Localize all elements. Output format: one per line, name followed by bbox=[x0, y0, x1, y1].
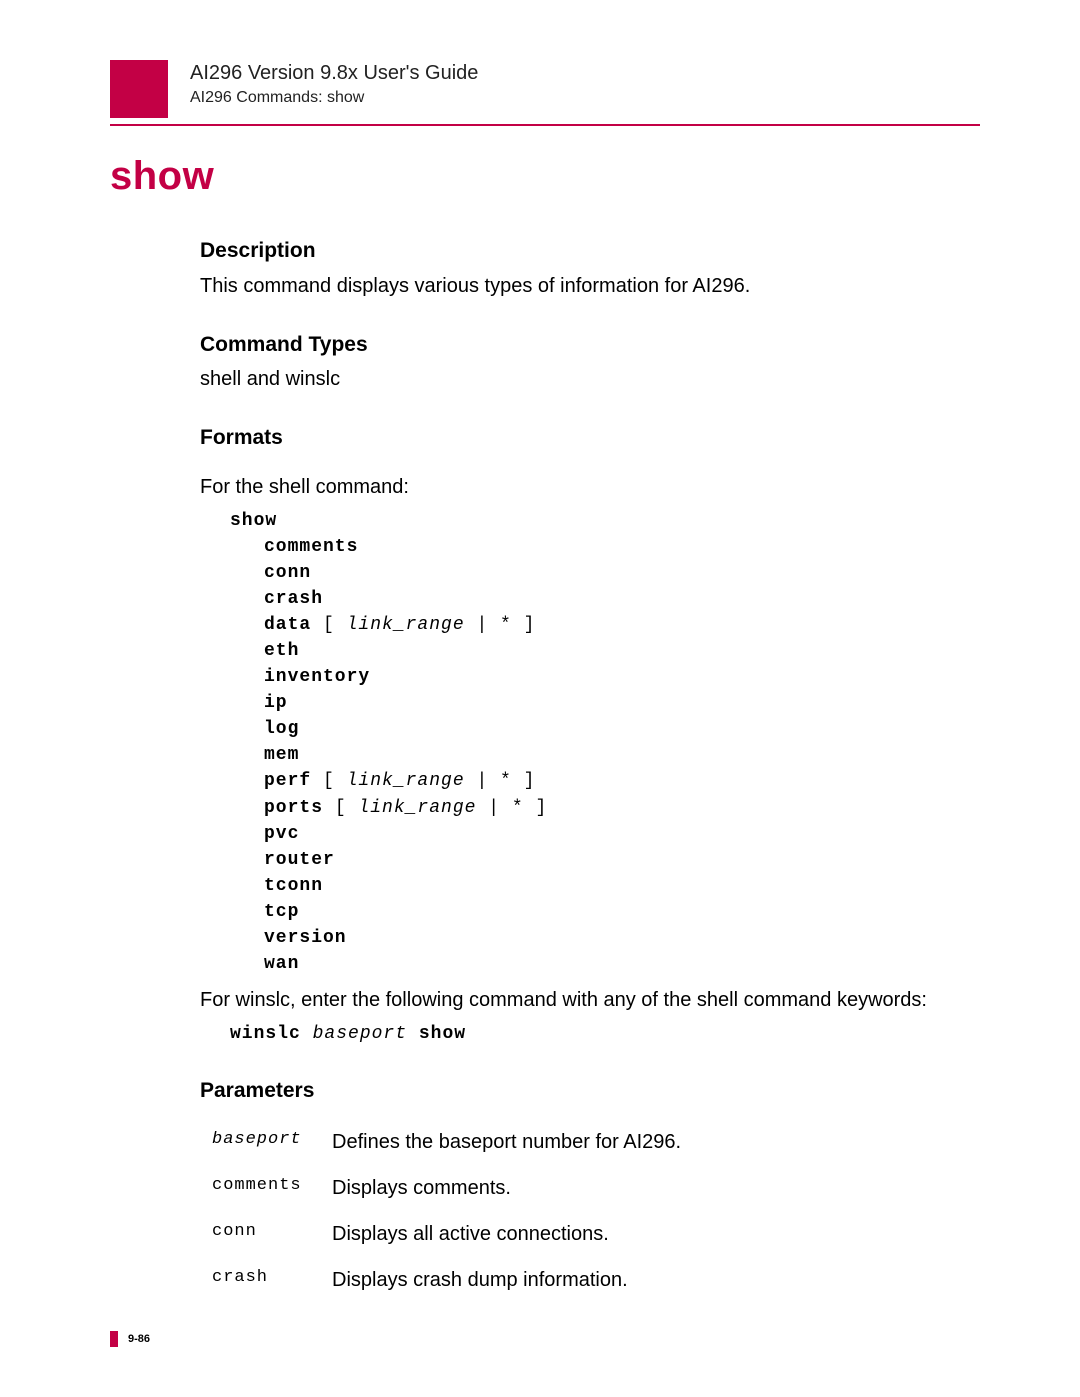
document-page: AI296 Version 9.8x User's Guide AI296 Co… bbox=[0, 0, 1080, 1351]
code-item-inventory: inventory bbox=[264, 664, 980, 690]
text-winslc-intro: For winslc, enter the following command … bbox=[200, 985, 980, 1015]
code-bracket-open: [ bbox=[311, 615, 346, 635]
code-bracket-tail: | * ] bbox=[465, 771, 536, 791]
code-item-tconn: tconn bbox=[264, 873, 980, 899]
header-divider bbox=[110, 124, 980, 126]
code-item-router: router bbox=[264, 847, 980, 873]
code-item-ports: ports [ link_range | * ] bbox=[264, 795, 980, 821]
heading-command-types: Command Types bbox=[200, 329, 980, 361]
heading-parameters: Parameters bbox=[200, 1075, 980, 1107]
param-desc-baseport: Defines the baseport number for AI296. bbox=[332, 1127, 681, 1157]
breadcrumb: AI296 Commands: show bbox=[190, 89, 478, 107]
code-bracket-open: [ bbox=[323, 798, 358, 818]
param-row: conn Displays all active connections. bbox=[212, 1219, 980, 1249]
code-item-comments: comments bbox=[264, 534, 980, 560]
code-bracket-open: [ bbox=[311, 771, 346, 791]
page-header: AI296 Version 9.8x User's Guide AI296 Co… bbox=[110, 60, 980, 118]
code-item-pvc: pvc bbox=[264, 821, 980, 847]
page-title: show bbox=[110, 154, 980, 199]
code-block-winslc: winslc baseport show bbox=[230, 1021, 980, 1047]
code-item-log: log bbox=[264, 716, 980, 742]
code-data-arg: link_range bbox=[347, 615, 465, 635]
code-item-crash: crash bbox=[264, 586, 980, 612]
code-item-mem: mem bbox=[264, 742, 980, 768]
code-item-wan: wan bbox=[264, 951, 980, 977]
param-name-baseport: baseport bbox=[212, 1127, 332, 1157]
code-item-tcp: tcp bbox=[264, 899, 980, 925]
code-item-ip: ip bbox=[264, 690, 980, 716]
param-desc-crash: Displays crash dump information. bbox=[332, 1265, 628, 1295]
parameters-table: baseport Defines the baseport number for… bbox=[212, 1127, 980, 1295]
code-ports-kw: ports bbox=[264, 798, 323, 818]
code-data-kw: data bbox=[264, 615, 311, 635]
code-item-version: version bbox=[264, 925, 980, 951]
param-name-comments: comments bbox=[212, 1173, 332, 1203]
page-footer: 9-86 bbox=[110, 1331, 150, 1347]
code-ports-arg: link_range bbox=[358, 798, 476, 818]
code-show-root: show bbox=[230, 508, 980, 534]
header-text-block: AI296 Version 9.8x User's Guide AI296 Co… bbox=[190, 60, 478, 107]
param-row: baseport Defines the baseport number for… bbox=[212, 1127, 980, 1157]
text-formats-intro: For the shell command: bbox=[200, 472, 980, 502]
footer-brand-bar-icon bbox=[110, 1331, 118, 1347]
code-winslc-b: baseport bbox=[313, 1024, 407, 1044]
content-body: Description This command displays variou… bbox=[110, 235, 980, 1295]
param-desc-comments: Displays comments. bbox=[332, 1173, 511, 1203]
heading-description: Description bbox=[200, 235, 980, 267]
param-row: crash Displays crash dump information. bbox=[212, 1265, 980, 1295]
heading-formats: Formats bbox=[200, 422, 980, 454]
code-perf-arg: link_range bbox=[347, 771, 465, 791]
code-item-data: data [ link_range | * ] bbox=[264, 612, 980, 638]
code-winslc-c: show bbox=[407, 1024, 466, 1044]
guide-title: AI296 Version 9.8x User's Guide bbox=[190, 62, 478, 85]
code-item-perf: perf [ link_range | * ] bbox=[264, 768, 980, 794]
page-number: 9-86 bbox=[128, 1333, 150, 1345]
param-row: comments Displays comments. bbox=[212, 1173, 980, 1203]
text-command-types: shell and winslc bbox=[200, 364, 980, 394]
code-block-shell: show comments conn crash data [ link_ran… bbox=[230, 508, 980, 978]
param-desc-conn: Displays all active connections. bbox=[332, 1219, 609, 1249]
code-bracket-tail: | * ] bbox=[476, 798, 547, 818]
code-item-conn: conn bbox=[264, 560, 980, 586]
code-bracket-tail: | * ] bbox=[465, 615, 536, 635]
brand-square-icon bbox=[110, 60, 168, 118]
code-winslc-a: winslc bbox=[230, 1024, 313, 1044]
param-name-conn: conn bbox=[212, 1219, 332, 1249]
text-description: This command displays various types of i… bbox=[200, 271, 980, 301]
param-name-crash: crash bbox=[212, 1265, 332, 1295]
code-item-eth: eth bbox=[264, 638, 980, 664]
code-perf-kw: perf bbox=[264, 771, 311, 791]
